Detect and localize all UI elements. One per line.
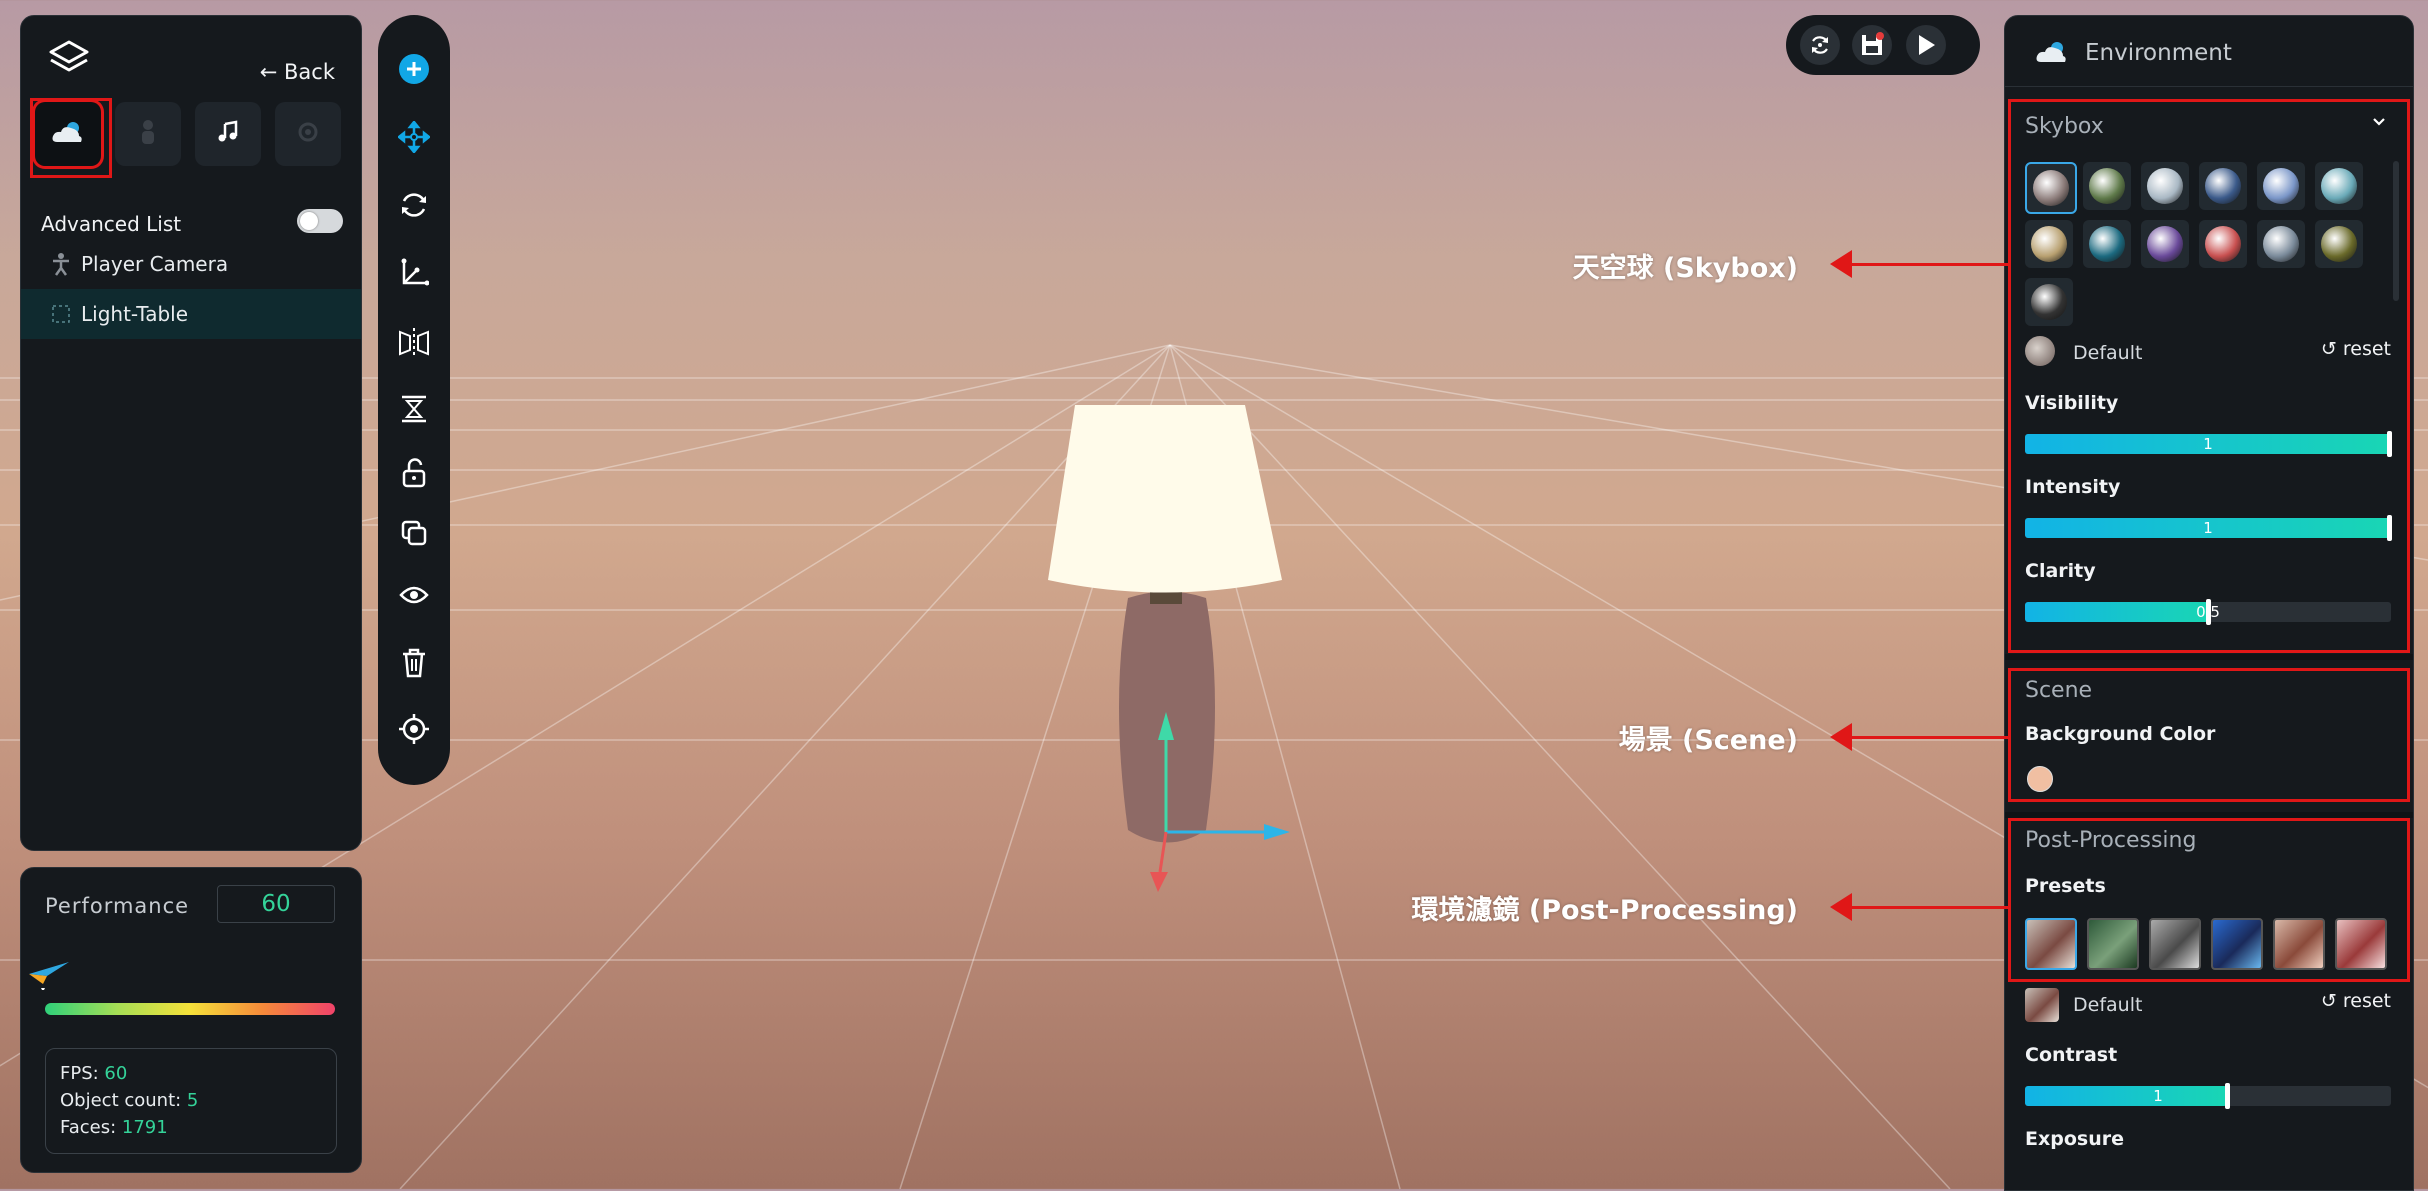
performance-value: 60 xyxy=(217,885,335,923)
fps-label: FPS: xyxy=(60,1063,105,1084)
post-processing-reset-button[interactable]: ↺ reset xyxy=(2321,990,2391,1012)
contrast-slider[interactable]: 1 xyxy=(2025,1083,2391,1109)
target-icon[interactable] xyxy=(396,711,432,747)
save-icon[interactable] xyxy=(1852,25,1892,65)
highlight-box xyxy=(2008,668,2410,802)
advanced-list-label: Advanced List xyxy=(41,212,182,236)
advanced-list-toggle[interactable] xyxy=(297,209,343,233)
reset-icon: ↺ xyxy=(2320,990,2337,1012)
performance-stats: FPS: 60 Object count: 5 Faces: 1791 xyxy=(45,1048,337,1154)
highlight-box xyxy=(2008,818,2410,982)
add-icon[interactable] xyxy=(396,51,432,87)
performance-title: Performance xyxy=(45,894,190,918)
eye-icon[interactable] xyxy=(396,577,432,613)
performance-indicator-icon xyxy=(27,954,71,994)
effects-icon xyxy=(295,119,321,149)
reset-label: reset xyxy=(2342,990,2391,1012)
annotation-skybox: 天空球 (Skybox) xyxy=(1572,253,1798,284)
app-logo-icon[interactable] xyxy=(47,36,91,80)
unlock-icon[interactable] xyxy=(396,455,432,491)
axis-icon[interactable] xyxy=(396,255,432,291)
fps-value: 60 xyxy=(104,1063,128,1084)
arrowhead xyxy=(1830,893,1852,921)
arrow xyxy=(1848,906,2008,909)
tree-item-light-table[interactable]: Light-Table xyxy=(21,289,361,339)
play-icon[interactable] xyxy=(1906,25,1946,65)
environment-header: Environment xyxy=(2005,16,2413,87)
tool-toolbar xyxy=(378,15,450,785)
person-icon xyxy=(41,252,81,276)
trash-icon[interactable] xyxy=(396,645,432,681)
tree-item-label: Light-Table xyxy=(81,302,189,326)
back-button[interactable]: ← Back xyxy=(260,60,335,84)
contrast-label: Contrast xyxy=(2025,1044,2118,1066)
object-count-value: 5 xyxy=(186,1090,199,1111)
annotation-post-processing: 環境濾鏡 (Post-Processing) xyxy=(1411,895,1798,926)
faces-value: 1791 xyxy=(121,1117,168,1138)
performance-gradient-bar xyxy=(45,1003,335,1015)
post-processing-default-swatch xyxy=(2025,988,2059,1022)
tab-characters[interactable] xyxy=(115,102,181,166)
align-icon[interactable] xyxy=(396,391,432,427)
move-icon[interactable] xyxy=(396,119,432,155)
arrowhead xyxy=(1830,250,1852,278)
duplicate-icon[interactable] xyxy=(396,515,432,551)
object-dashed-icon xyxy=(41,305,81,323)
tab-audio[interactable] xyxy=(195,102,261,166)
mirror-icon[interactable] xyxy=(396,323,432,359)
highlight-box xyxy=(30,98,112,178)
tree-item-label: Player Camera xyxy=(81,252,229,276)
tree-item-player-camera[interactable]: Player Camera xyxy=(21,239,361,289)
environment-title: Environment xyxy=(2085,40,2232,66)
person-icon xyxy=(137,119,159,149)
arrowhead xyxy=(1830,723,1852,751)
refresh-icon[interactable] xyxy=(1800,25,1840,65)
arrow xyxy=(1848,263,2008,266)
playback-controls xyxy=(1786,15,1980,75)
arrow xyxy=(1848,736,2008,739)
contrast-value: 1 xyxy=(2153,1087,2163,1105)
exposure-label: Exposure xyxy=(2025,1128,2124,1150)
object-count-label: Object count: xyxy=(60,1090,187,1111)
section-divider xyxy=(2005,654,2413,660)
highlight-box xyxy=(2008,99,2410,653)
environment-cloud-icon xyxy=(2035,40,2069,68)
tab-effects[interactable] xyxy=(275,102,341,166)
post-processing-selected-name: Default xyxy=(2073,994,2143,1016)
annotation-scene: 場景 (Scene) xyxy=(1618,725,1798,756)
rotate-icon[interactable] xyxy=(396,187,432,223)
faces-label: Faces: xyxy=(60,1117,122,1138)
performance-panel: Performance 60 FPS: 60 Object count: 5 F… xyxy=(20,867,362,1173)
music-note-icon xyxy=(216,120,240,148)
